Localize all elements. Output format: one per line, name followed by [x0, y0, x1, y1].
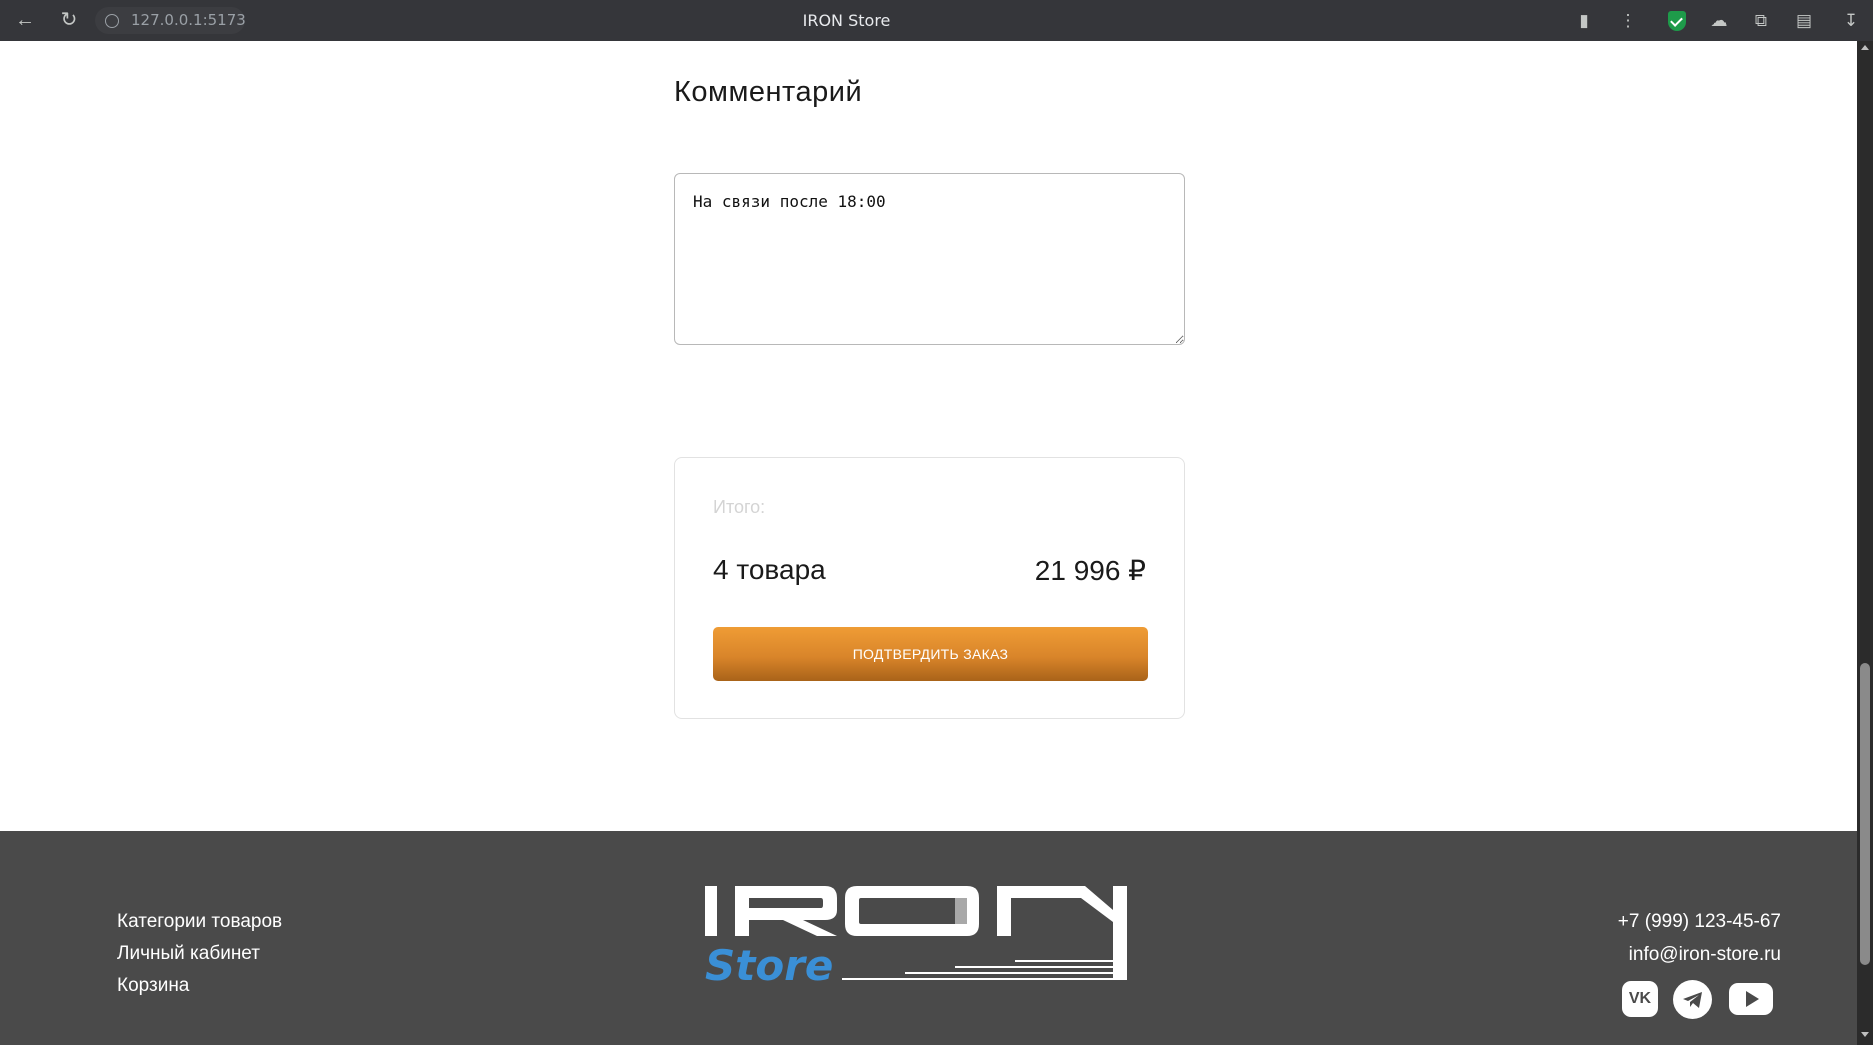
download-icon[interactable]: ↧: [1840, 10, 1862, 32]
scroll-down-arrow-icon[interactable]: [1861, 1032, 1869, 1037]
order-summary-card: Итого: 4 товара 21 996 ₽ ПОДТВЕРДИТЬ ЗАК…: [674, 457, 1185, 719]
scrollbar-thumb[interactable]: [1860, 663, 1870, 965]
site-footer: Категории товаров Личный кабинет Корзина…: [0, 831, 1857, 1045]
social-links: VK: [1622, 980, 1777, 1020]
extensions-puzzle-icon[interactable]: ⧉: [1750, 10, 1772, 32]
page-title-tab: IRON Store: [802, 11, 891, 30]
vk-icon[interactable]: VK: [1622, 981, 1658, 1017]
youtube-icon[interactable]: [1729, 983, 1773, 1015]
screenshot-extension-icon[interactable]: ☁: [1708, 10, 1730, 32]
footer-link-categories[interactable]: Категории товаров: [117, 906, 282, 938]
telegram-icon[interactable]: [1673, 980, 1712, 1019]
footer-nav: Категории товаров Личный кабинет Корзина: [117, 906, 282, 1002]
items-count: 4 товара: [713, 554, 826, 585]
bookmark-icon[interactable]: ▮: [1573, 10, 1595, 32]
shield-extension-icon[interactable]: [1666, 10, 1688, 32]
more-menu-icon[interactable]: ⋮: [1617, 10, 1639, 32]
email-address[interactable]: info@iron-store.ru: [1618, 939, 1781, 972]
footer-link-account[interactable]: Личный кабинет: [117, 938, 282, 970]
comment-textarea[interactable]: На связи после 18:00: [674, 173, 1185, 345]
confirm-order-button[interactable]: ПОДТВЕРДИТЬ ЗАКАЗ: [713, 627, 1148, 681]
document-extension-icon[interactable]: ▤: [1793, 10, 1815, 32]
iron-store-logo[interactable]: Store: [705, 886, 1210, 996]
comment-heading: Комментарий: [674, 76, 863, 108]
total-sum: 21 996 ₽: [1034, 555, 1146, 586]
scroll-up-arrow-icon[interactable]: [1861, 45, 1869, 50]
phone-number[interactable]: +7 (999) 123-45-67: [1618, 906, 1781, 939]
footer-contacts: +7 (999) 123-45-67 info@iron-store.ru: [1618, 906, 1781, 972]
logo-store-text: Store: [705, 941, 833, 990]
browser-toolbar: ← ↻ 127.0.0.1:5173 IRON Store ▮ ⋮ ☁ ⧉ ▤ …: [0, 0, 1873, 41]
total-label: Итого:: [713, 497, 766, 517]
footer-link-cart[interactable]: Корзина: [117, 970, 282, 1002]
